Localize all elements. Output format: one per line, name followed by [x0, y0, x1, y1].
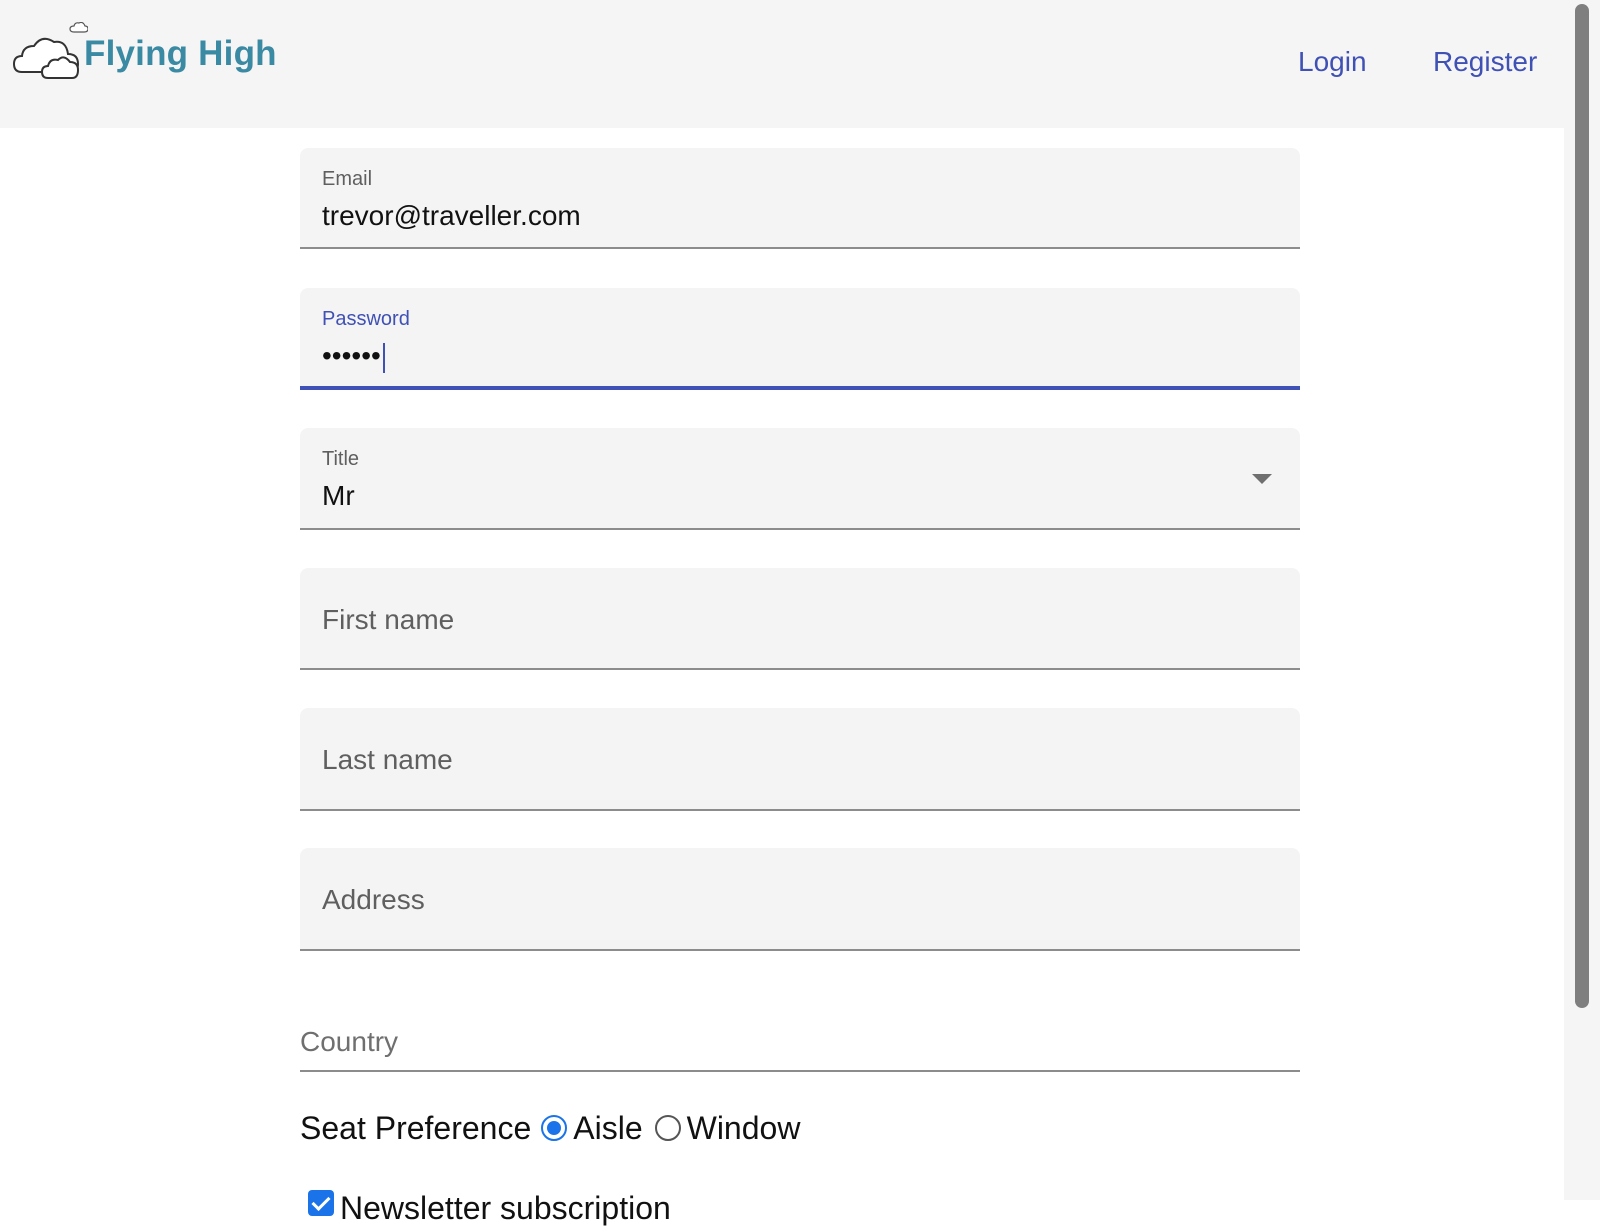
email-field[interactable]: Email trevor@traveller.com: [300, 148, 1300, 249]
login-link[interactable]: Login: [1298, 46, 1367, 78]
address-field[interactable]: Address: [300, 848, 1300, 951]
scrollbar-track[interactable]: [1564, 0, 1600, 1200]
newsletter-row: Newsletter subscription: [308, 1190, 671, 1227]
seat-preference-label: Seat Preference: [300, 1109, 532, 1146]
password-label: Password: [322, 308, 410, 330]
email-label: Email: [322, 168, 373, 190]
title-label: Title: [322, 448, 360, 470]
brand-name: Flying High: [84, 34, 277, 73]
newsletter-label[interactable]: Newsletter subscription: [340, 1190, 671, 1227]
address-placeholder: Address: [322, 884, 425, 915]
site-header: Flying High Login Register: [0, 0, 1600, 128]
chevron-down-icon[interactable]: [1252, 474, 1272, 484]
brand-logo[interactable]: Flying High: [12, 22, 277, 82]
password-value: ••••••: [322, 340, 385, 373]
last-name-placeholder: Last name: [322, 744, 453, 775]
cloud-logo-icon: [12, 22, 88, 79]
password-dots: ••••••: [322, 340, 381, 371]
window-radio[interactable]: [654, 1115, 681, 1141]
text-caret: [382, 342, 385, 373]
register-link[interactable]: Register: [1433, 46, 1537, 78]
aisle-radio[interactable]: [541, 1115, 568, 1141]
aisle-radio-label[interactable]: Aisle: [573, 1110, 642, 1147]
title-select[interactable]: Title Mr: [300, 428, 1300, 530]
first-name-field[interactable]: First name: [300, 568, 1300, 670]
last-name-field[interactable]: Last name: [300, 708, 1300, 811]
scrollbar-thumb[interactable]: [1575, 4, 1589, 1008]
seat-preference-group: Seat Preference Aisle Window: [300, 1108, 812, 1148]
title-value: Mr: [322, 480, 355, 511]
window-radio-label[interactable]: Window: [687, 1110, 801, 1147]
first-name-placeholder: First name: [322, 604, 455, 635]
country-placeholder: Country: [300, 1026, 399, 1057]
password-field[interactable]: Password ••••••: [300, 288, 1300, 390]
email-value: trevor@traveller.com: [322, 200, 581, 231]
country-field[interactable]: Country: [300, 1010, 1300, 1072]
newsletter-checkbox[interactable]: [308, 1190, 334, 1216]
